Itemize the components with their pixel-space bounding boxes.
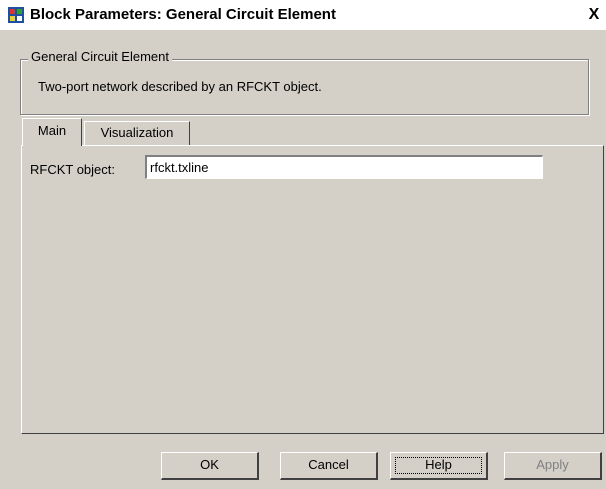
tab-visualization[interactable]: Visualization [84,121,190,145]
help-button[interactable]: Help [390,452,488,480]
tab-main[interactable]: Main [22,118,82,146]
help-button-label: Help [425,457,452,472]
ok-button[interactable]: OK [161,452,259,480]
rfckt-object-input[interactable] [145,155,543,179]
close-icon[interactable]: X [585,6,603,24]
cancel-button[interactable]: Cancel [280,452,378,480]
group-description: Two-port network described by an RFCKT o… [38,79,322,94]
block-parameters-dialog: Block Parameters: General Circuit Elemen… [0,0,606,489]
simulink-block-icon [8,7,24,23]
cancel-button-label: Cancel [308,457,349,472]
group-legend: General Circuit Element [28,49,172,64]
apply-button-label: Apply [536,457,569,472]
title-bar[interactable]: Block Parameters: General Circuit Elemen… [0,0,606,30]
main-tab-panel [21,145,604,434]
apply-button[interactable]: Apply [504,452,602,480]
window-title: Block Parameters: General Circuit Elemen… [30,6,336,23]
ok-button-label: OK [200,457,219,472]
rfckt-object-label: RFCKT object: [30,162,116,177]
